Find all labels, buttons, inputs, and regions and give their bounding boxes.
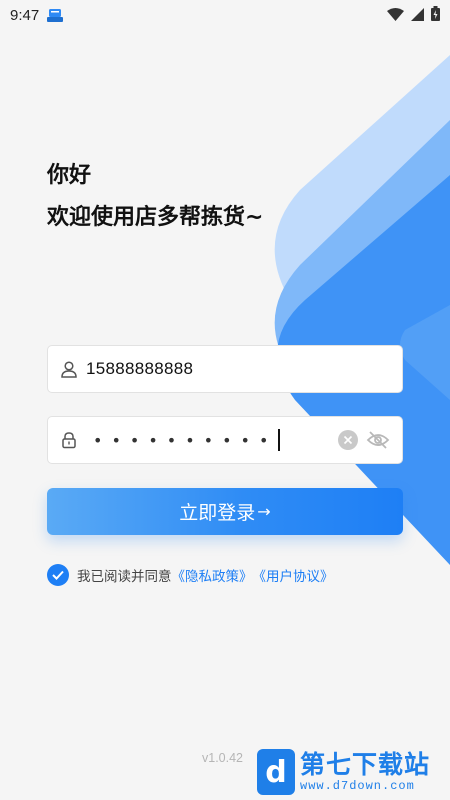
signal-icon <box>411 6 424 25</box>
watermark-title: 第七下载站 <box>300 750 431 779</box>
agreement-row: 我已阅读并同意 《隐私政策》 《用户协议》 <box>47 564 334 586</box>
agreement-checkbox[interactable] <box>47 564 69 586</box>
arrow-right-icon: → <box>257 502 271 521</box>
password-field[interactable]: •••••••••• <box>47 416 403 464</box>
battery-icon <box>431 5 440 25</box>
status-icons <box>387 5 440 25</box>
login-button[interactable]: 立即登录 → <box>47 488 403 535</box>
lock-icon <box>59 430 79 450</box>
status-bar: 9:47 <box>0 0 450 30</box>
eye-off-icon[interactable] <box>366 430 390 450</box>
username-value[interactable]: 15888888888 <box>86 359 193 379</box>
wifi-icon <box>387 6 404 25</box>
watermark-text: 第七下载站 www.d7down.com <box>300 750 431 794</box>
welcome-message: 欢迎使用店多帮拣货~ <box>47 205 264 230</box>
password-mask: •••••••••• <box>93 430 278 450</box>
greeting-title: 你好 <box>47 163 92 188</box>
watermark-logo: d <box>257 749 295 795</box>
user-icon <box>59 359 79 379</box>
greeting: 你好 欢迎使用店多帮拣货~ <box>47 160 263 234</box>
password-value[interactable]: •••••••••• <box>93 429 281 451</box>
clear-icon[interactable] <box>338 430 358 450</box>
privacy-policy-link[interactable]: 《隐私政策》 <box>172 565 253 585</box>
app-version: v1.0.42 <box>202 751 244 765</box>
status-time: 9:47 <box>10 6 40 24</box>
app-notification-icon <box>47 8 64 22</box>
watermark: d 第七下载站 www.d7down.com <box>257 749 430 795</box>
check-icon <box>52 570 64 580</box>
text-caret <box>278 429 281 451</box>
username-field[interactable]: 15888888888 <box>47 345 403 393</box>
watermark-url: www.d7down.com <box>300 779 415 793</box>
user-agreement-link[interactable]: 《用户协议》 <box>253 565 334 585</box>
login-button-label: 立即登录 <box>179 502 256 524</box>
agreement-text: 我已阅读并同意 <box>77 569 172 585</box>
background-shapes <box>274 55 450 565</box>
